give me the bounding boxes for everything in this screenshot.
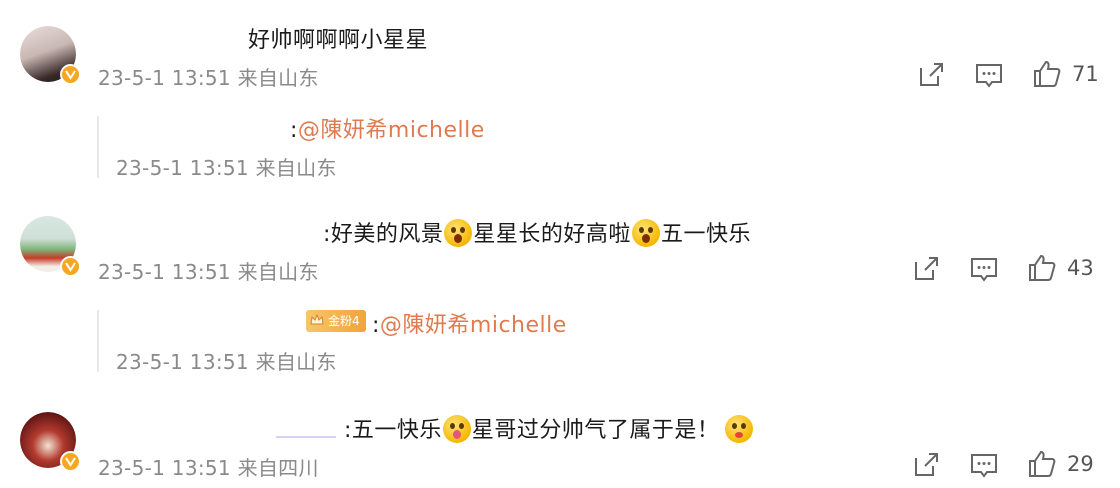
reply-text: :@陳妍希michelle: [290, 112, 485, 144]
like-icon[interactable]: [1032, 59, 1062, 89]
reply-prefix: :: [290, 118, 298, 143]
like-count: 29: [1067, 452, 1094, 476]
like-icon[interactable]: [1027, 449, 1057, 479]
surprised-emoji-icon: [444, 219, 473, 247]
crown-icon: [310, 313, 324, 325]
share-icon[interactable]: [911, 254, 941, 284]
reply-prefix: :: [372, 313, 380, 338]
comment-icon[interactable]: [974, 61, 1004, 91]
username-placeholder[interactable]: [276, 436, 336, 438]
comment-text: :五一快乐 星哥过分帅气了属于是！: [344, 412, 754, 444]
comment-meta: 23-5-1 13:51 来自山东: [98, 260, 319, 284]
comment-text: 好帅啊啊啊小星星: [248, 28, 429, 53]
reply-meta: 23-5-1 13:51 来自山东: [116, 156, 337, 180]
mention-link[interactable]: @陳妍希michelle: [380, 313, 567, 338]
kiss-emoji-icon: [725, 415, 754, 443]
comment-icon[interactable]: [969, 451, 999, 481]
comment-text: :好美的风景 星星长的好高啦 五一快乐: [323, 216, 751, 248]
surprised-emoji-icon: [631, 219, 660, 247]
mention-link[interactable]: @陳妍希michelle: [298, 118, 485, 143]
reply-meta: 23-5-1 13:51 来自山东: [116, 350, 337, 374]
comment-meta: 23-5-1 13:51 来自四川: [98, 456, 319, 480]
comment-icon[interactable]: [969, 255, 999, 285]
flower-emoji-icon: [442, 415, 471, 443]
like-count: 71: [1072, 62, 1099, 86]
reply-text: :@陳妍希michelle: [372, 307, 567, 339]
reply-divider: [97, 116, 99, 178]
verified-badge-icon: [60, 451, 81, 472]
fan-badge: 金粉4: [306, 310, 366, 332]
comment-meta: 23-5-1 13:51 来自山东: [98, 66, 319, 90]
reply-divider: [97, 310, 99, 372]
like-count: 43: [1067, 256, 1094, 280]
like-icon[interactable]: [1027, 253, 1057, 283]
share-icon[interactable]: [911, 450, 941, 480]
share-icon[interactable]: [916, 60, 946, 90]
verified-badge-icon: [60, 256, 81, 277]
verified-badge-icon: [60, 64, 81, 85]
